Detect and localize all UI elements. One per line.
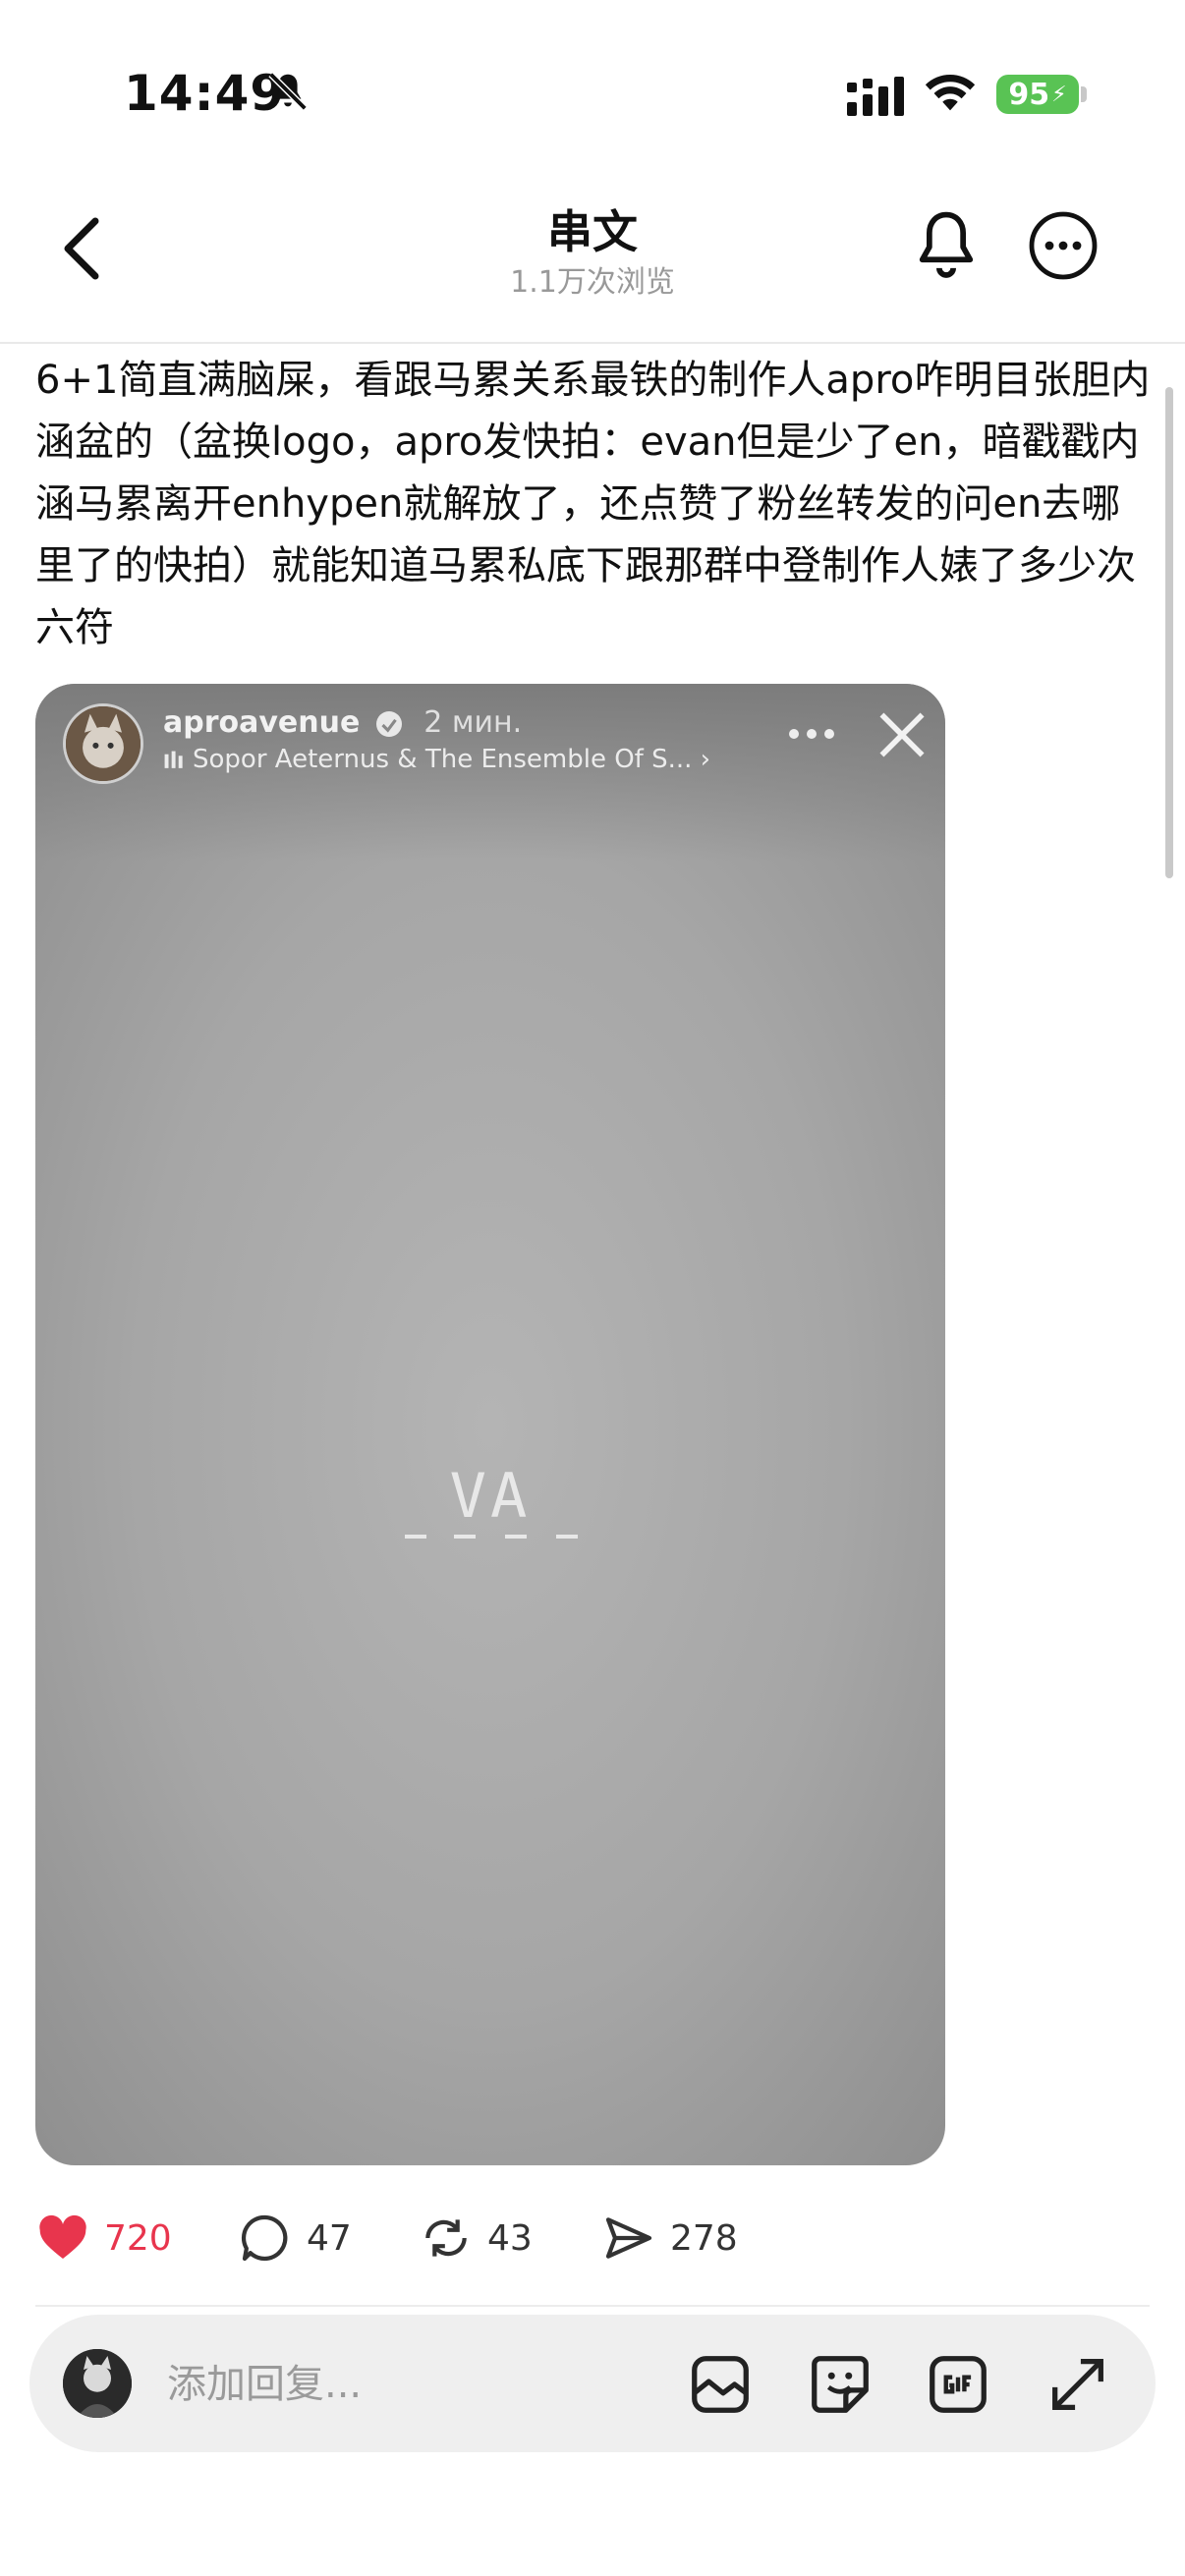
like-button[interactable]: 720 bbox=[35, 2207, 172, 2269]
bell-slash-icon bbox=[268, 72, 308, 111]
verified-icon bbox=[375, 710, 402, 737]
sticker-icon[interactable] bbox=[806, 2350, 875, 2419]
story-screenshot-image[interactable]: aproavenue 2 мин. Sopor Aeternus & The E… bbox=[35, 684, 945, 2165]
share-button[interactable]: 278 bbox=[601, 2207, 738, 2269]
music-bars-icon bbox=[164, 751, 183, 768]
battery-level: 95 bbox=[1008, 77, 1050, 112]
user-avatar-icon bbox=[63, 2349, 132, 2418]
expand-icon[interactable] bbox=[1044, 2350, 1112, 2419]
story-avatar bbox=[63, 703, 143, 784]
comment-count: 47 bbox=[307, 2217, 352, 2259]
more-icon[interactable] bbox=[1028, 210, 1099, 281]
story-username: aproavenue bbox=[163, 705, 361, 740]
comment-icon bbox=[241, 2214, 288, 2262]
story-music-row: Sopor Aeternus & The Ensemble Of S... › bbox=[163, 745, 710, 774]
dots-icon bbox=[789, 729, 834, 739]
repost-icon bbox=[425, 2219, 467, 2257]
story-username-row: aproavenue 2 мин. bbox=[163, 705, 522, 740]
bell-icon[interactable] bbox=[912, 206, 981, 285]
battery-tip bbox=[1081, 86, 1087, 102]
close-icon bbox=[879, 712, 925, 757]
wifi-icon bbox=[925, 74, 976, 111]
image-icon[interactable] bbox=[686, 2350, 755, 2419]
post-actions: 720 47 43 278 bbox=[35, 2207, 1152, 2269]
reply-bar bbox=[29, 2315, 1156, 2452]
avatar[interactable] bbox=[63, 2349, 132, 2418]
status-bar: 14:49 95 ⚡ bbox=[0, 0, 1185, 187]
post-text: 6+1简直满脑屎，看跟马累关系最铁的制作人apro咋明目张胆内涵盆的（盆换log… bbox=[35, 358, 1151, 650]
story-time: 2 мин. bbox=[423, 705, 523, 740]
scrollbar[interactable] bbox=[1165, 387, 1173, 878]
signal-icon bbox=[847, 77, 904, 116]
status-time: 14:49 bbox=[124, 65, 286, 122]
comment-button[interactable]: 47 bbox=[238, 2207, 352, 2269]
cat-avatar-icon bbox=[66, 706, 141, 781]
view-count: 1.1万次浏览 bbox=[510, 265, 675, 300]
send-icon bbox=[605, 2217, 652, 2259]
dash-line-decoration bbox=[405, 1535, 578, 1539]
like-count: 720 bbox=[104, 2217, 172, 2259]
story-overlay-text: VA bbox=[449, 1460, 532, 1532]
repost-count: 43 bbox=[487, 2217, 533, 2259]
heart-icon bbox=[39, 2214, 86, 2259]
page-title: 串文 bbox=[547, 205, 638, 258]
repost-button[interactable]: 43 bbox=[419, 2207, 533, 2269]
share-count: 278 bbox=[670, 2217, 738, 2259]
divider bbox=[35, 2305, 1150, 2307]
reply-input[interactable] bbox=[165, 2354, 680, 2415]
story-music-title: Sopor Aeternus & The Ensemble Of S... bbox=[193, 745, 693, 774]
gif-icon[interactable] bbox=[924, 2350, 992, 2419]
battery-icon: 95 ⚡ bbox=[996, 75, 1079, 114]
